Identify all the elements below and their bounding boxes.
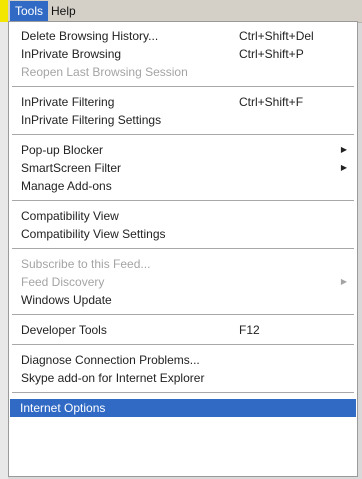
menu-item-compatibility-view-settings[interactable]: Compatibility View Settings [11, 225, 355, 243]
menu-item-compatibility-view[interactable]: Compatibility View [11, 207, 355, 225]
menu-separator [12, 134, 354, 136]
menu-item-delete-browsing-history[interactable]: Delete Browsing History... Ctrl+Shift+De… [11, 27, 355, 45]
menu-item-label: InPrivate Filtering [21, 95, 115, 109]
menu-help[interactable]: Help [46, 1, 81, 21]
menu-tools[interactable]: Tools [10, 1, 49, 21]
menu-item-label: InPrivate Browsing [21, 47, 122, 61]
submenu-arrow-icon: ▶ [340, 145, 347, 154]
menu-item-label: SmartScreen Filter [21, 161, 122, 175]
menu-item-label: Reopen Last Browsing Session [21, 65, 188, 79]
menu-item-label: Feed Discovery [21, 275, 105, 289]
menu-separator [12, 200, 354, 202]
menu-item-shortcut: Ctrl+Shift+Del [239, 29, 314, 43]
menu-item-label: Compatibility View Settings [21, 227, 166, 241]
menu-item-label: Internet Options [20, 401, 106, 415]
submenu-arrow-icon: ▶ [340, 163, 347, 172]
menu-item-shortcut: Ctrl+Shift+P [239, 47, 304, 61]
menu-item-inprivate-filtering-settings[interactable]: InPrivate Filtering Settings [11, 111, 355, 129]
menu-item-shortcut: F12 [239, 323, 260, 337]
menu-item-label: Developer Tools [21, 323, 107, 337]
menu-item-subscribe-to-this-feed: Subscribe to this Feed... [11, 255, 355, 273]
menu-item-label: Compatibility View [21, 209, 119, 223]
menu-item-diagnose-connection-problems[interactable]: Diagnose Connection Problems... [11, 351, 355, 369]
menu-item-label: InPrivate Filtering Settings [21, 113, 162, 127]
menu-item-label: Pop-up Blocker [21, 143, 104, 157]
menu-item-developer-tools[interactable]: Developer Tools F12 [11, 321, 355, 339]
menu-separator [12, 314, 354, 316]
page-background-strip [0, 22, 8, 479]
menu-item-label: Skype add-on for Internet Explorer [21, 371, 205, 385]
menu-item-popup-blocker[interactable]: Pop-up Blocker ▶ [11, 141, 355, 159]
menubar-accent-strip [0, 0, 8, 22]
menu-item-skype-add-on[interactable]: Skype add-on for Internet Explorer [11, 369, 355, 387]
menu-item-inprivate-browsing[interactable]: InPrivate Browsing Ctrl+Shift+P [11, 45, 355, 63]
menu-item-reopen-last-browsing-session: Reopen Last Browsing Session [11, 63, 355, 81]
menu-item-label: Windows Update [21, 293, 112, 307]
menu-item-internet-options[interactable]: Internet Options [10, 399, 356, 417]
tools-dropdown-menu: Delete Browsing History... Ctrl+Shift+De… [8, 21, 358, 477]
menu-item-label: Subscribe to this Feed... [21, 257, 151, 271]
menu-separator [12, 344, 354, 346]
menu-item-label: Manage Add-ons [21, 179, 112, 193]
menu-separator [12, 86, 354, 88]
menu-item-feed-discovery: Feed Discovery ▶ [11, 273, 355, 291]
menu-item-inprivate-filtering[interactable]: InPrivate Filtering Ctrl+Shift+F [11, 93, 355, 111]
menu-item-windows-update[interactable]: Windows Update [11, 291, 355, 309]
menu-bar: Tools Help [0, 0, 362, 23]
submenu-arrow-icon: ▶ [340, 277, 347, 286]
menu-item-label: Delete Browsing History... [21, 29, 159, 43]
menu-item-label: Diagnose Connection Problems... [21, 353, 200, 367]
menu-item-smartscreen-filter[interactable]: SmartScreen Filter ▶ [11, 159, 355, 177]
menu-item-shortcut: Ctrl+Shift+F [239, 95, 304, 109]
menu-separator [12, 392, 354, 394]
menu-item-manage-add-ons[interactable]: Manage Add-ons [11, 177, 355, 195]
menu-separator [12, 248, 354, 250]
